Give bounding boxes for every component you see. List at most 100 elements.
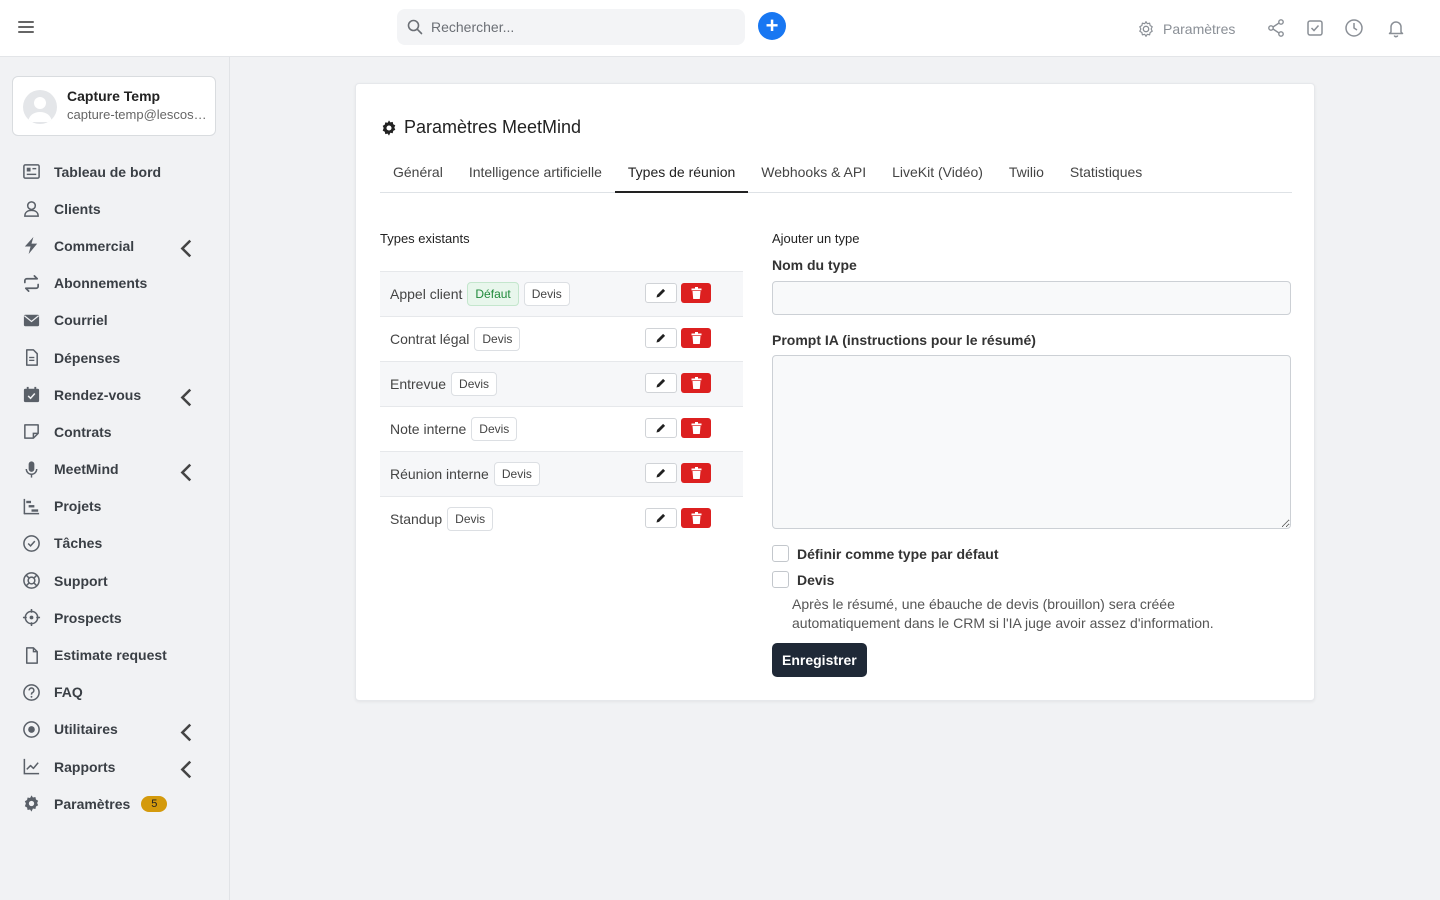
sidebar-item-tableau-de-bord[interactable]: Tableau de bord [0, 153, 230, 190]
tab-webhooks-api[interactable]: Webhooks & API [748, 154, 879, 193]
save-button[interactable]: Enregistrer [772, 643, 867, 677]
sidebar-item-label: Paramètres [54, 795, 131, 812]
sidebar-item-rapports[interactable]: Rapports [0, 748, 230, 785]
user-icon [24, 201, 39, 218]
tab-intelligence-artificielle[interactable]: Intelligence artificielle [456, 154, 615, 193]
sidebar-item-label: Courriel [54, 312, 108, 329]
default-type-checkbox[interactable] [772, 545, 789, 562]
top-bar: + Paramètres [0, 0, 1440, 57]
bar-chart-steps-icon [23, 498, 40, 515]
edit-button[interactable] [645, 283, 677, 303]
sidebar-item-parametres[interactable]: Paramètres 5 [0, 785, 230, 822]
delete-button[interactable] [681, 328, 711, 348]
delete-button[interactable] [681, 463, 711, 483]
type-name: Réunion interne [390, 466, 489, 482]
tab-general[interactable]: Général [380, 154, 456, 193]
delete-button[interactable] [681, 373, 711, 393]
devis-checkbox-row[interactable]: Devis [772, 571, 834, 588]
delete-button[interactable] [681, 418, 711, 438]
prompt-textarea[interactable] [772, 355, 1291, 529]
sidebar-item-meetmind[interactable]: MeetMind [0, 451, 230, 488]
settings-card: Paramètres MeetMind Général Intelligence… [355, 83, 1315, 701]
dot-circle-icon [23, 721, 40, 738]
sidebar-item-commercial[interactable]: Commercial [0, 227, 230, 264]
sidebar-item-rendez-vous[interactable]: Rendez-vous [0, 376, 230, 413]
chevron-left-icon [180, 760, 192, 779]
pencil-icon [656, 423, 666, 433]
notification-badge: 5 [141, 795, 168, 812]
user-card[interactable]: Capture Temp capture-temp@lescosys.com [12, 76, 216, 136]
sidebar-item-abonnements[interactable]: Abonnements [0, 265, 230, 302]
pencil-icon [656, 333, 666, 343]
edit-button[interactable] [645, 508, 677, 528]
trash-icon [691, 512, 701, 524]
list-item: Contrat légal Devis [380, 316, 743, 361]
search-box[interactable] [397, 9, 745, 45]
tab-twilio[interactable]: Twilio [996, 154, 1057, 193]
bolt-icon [24, 237, 38, 255]
sidebar-item-label: Contrats [54, 423, 112, 440]
edit-button[interactable] [645, 418, 677, 438]
file-text-icon [25, 349, 38, 366]
sidebar-item-label: Tableau de bord [54, 163, 162, 180]
devis-checkbox-label: Devis [797, 571, 835, 588]
sidebar-item-faq[interactable]: FAQ [0, 674, 230, 711]
menu-toggle-icon[interactable] [18, 18, 38, 38]
list-item: Appel client Défaut Devis [380, 271, 743, 316]
edit-button[interactable] [645, 373, 677, 393]
share-icon[interactable] [1266, 18, 1286, 38]
tab-statistiques[interactable]: Statistiques [1057, 154, 1155, 193]
file-icon [25, 646, 38, 664]
sidebar-item-estimate-request[interactable]: Estimate request [0, 636, 230, 673]
meeting-types-list: Appel client Défaut Devis Contrat légal … [380, 271, 743, 541]
type-name: Note interne [390, 421, 467, 437]
gear-icon [24, 795, 39, 812]
sidebar-item-label: Prospects [54, 609, 122, 626]
tab-bar: Général Intelligence artificielle Types … [380, 154, 1292, 193]
sidebar-item-taches[interactable]: Tâches [0, 525, 230, 562]
repeat-icon [23, 274, 40, 292]
trash-icon [691, 422, 701, 434]
search-icon [407, 19, 423, 35]
bell-icon[interactable] [1386, 18, 1406, 38]
type-name: Contrat légal [390, 331, 470, 347]
quick-add-button[interactable]: + [758, 12, 786, 40]
sidebar-item-courriel[interactable]: Courriel [0, 302, 230, 339]
sidebar-item-contrats[interactable]: Contrats [0, 413, 230, 450]
tab-livekit[interactable]: LiveKit (Vidéo) [879, 154, 996, 193]
tab-types-de-reunion[interactable]: Types de réunion [614, 154, 749, 193]
list-item: Standup Devis [380, 496, 743, 541]
sidebar-item-prospects[interactable]: Prospects [0, 599, 230, 636]
edit-button[interactable] [645, 328, 677, 348]
pencil-icon [656, 468, 666, 478]
calendar-check-icon [23, 387, 40, 403]
clock-icon[interactable] [1344, 18, 1364, 38]
checkbox-square-icon[interactable] [1305, 18, 1325, 38]
question-circle-icon [23, 683, 40, 701]
sidebar-item-clients[interactable]: Clients [0, 190, 230, 227]
sidebar-item-projets[interactable]: Projets [0, 488, 230, 525]
sidebar-item-support[interactable]: Support [0, 562, 230, 599]
edit-button[interactable] [645, 463, 677, 483]
search-input[interactable] [431, 9, 731, 45]
gear-icon [382, 119, 396, 136]
default-type-checkbox-row[interactable]: Définir comme type par défaut [772, 545, 999, 562]
settings-link[interactable]: Paramètres [1137, 0, 1235, 57]
delete-button[interactable] [681, 283, 711, 303]
user-email: capture-temp@lescosys.com [67, 107, 207, 122]
settings-link-label: Paramètres [1163, 20, 1236, 37]
devis-badge: Devis [471, 417, 518, 441]
pencil-icon [656, 288, 666, 298]
type-name-input[interactable] [772, 281, 1291, 315]
envelope-icon [23, 314, 40, 327]
chevron-left-icon [180, 463, 192, 481]
sidebar-item-label: Rendez-vous [54, 386, 142, 403]
sidebar-item-depenses[interactable]: Dépenses [0, 339, 230, 376]
trash-icon [691, 377, 701, 389]
sidebar-item-label: Estimate request [54, 647, 167, 664]
devis-badge: Devis [447, 507, 494, 531]
sidebar-item-utilitaires[interactable]: Utilitaires [0, 711, 230, 748]
delete-button[interactable] [681, 508, 711, 528]
devis-checkbox[interactable] [772, 571, 789, 588]
avatar [23, 90, 57, 124]
